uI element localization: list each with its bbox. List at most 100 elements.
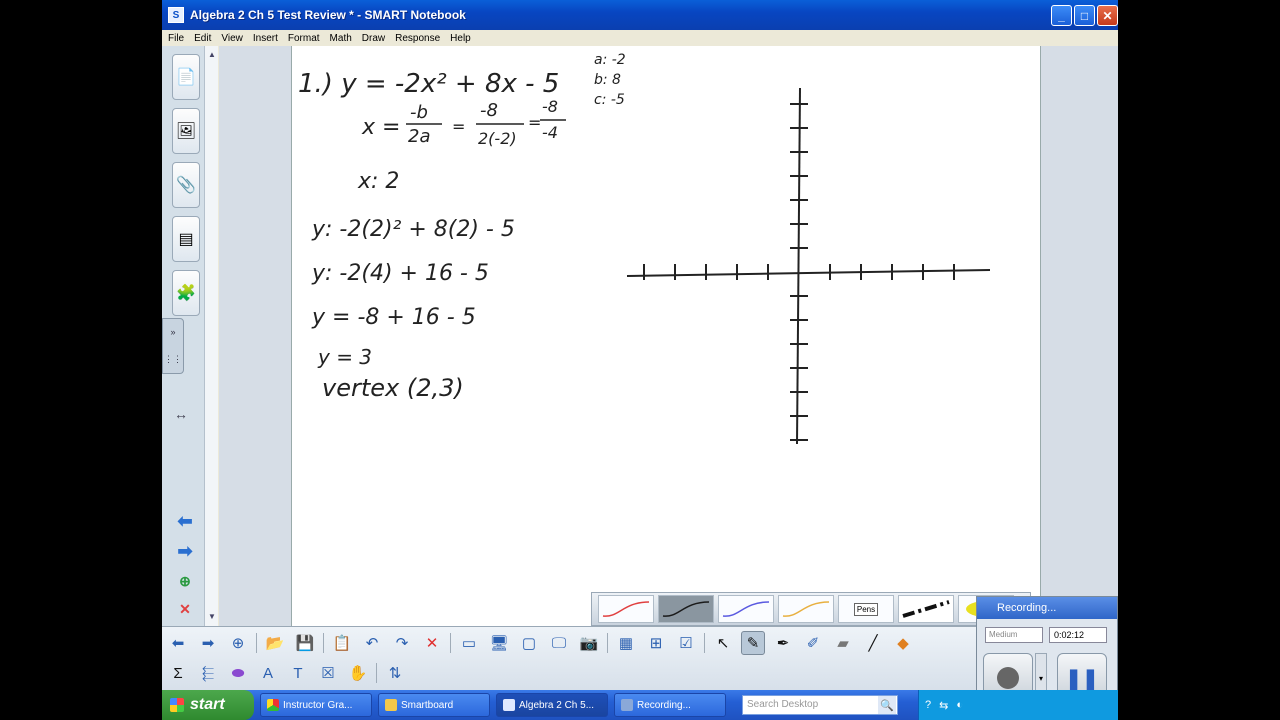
measure-icon[interactable]: ⬱ [196,661,220,685]
line-icon[interactable]: ╱ [861,631,885,655]
hand-icon[interactable]: ✋ [346,661,370,685]
document-camera-icon[interactable]: 📷 [577,631,601,655]
previous-page-icon[interactable]: ⬅ [172,510,198,532]
forward-icon[interactable]: ➡ [196,631,220,655]
taskbar-item-label: Smartboard [401,699,454,711]
display-icon[interactable]: 🖵 [547,631,571,655]
menu-draw[interactable]: Draw [362,33,385,44]
ink-step1: y: -2(2)² + 8(2) - 5 [311,217,515,242]
pen-swatch-blue[interactable] [718,595,774,623]
menu-format[interactable]: Format [288,33,320,44]
creative-pen-icon[interactable]: ✒ [771,631,795,655]
smart-notebook-icon: S [168,7,184,23]
taskbar-item-label: Instructor Gra... [283,699,353,711]
eraser-icon[interactable]: ▰ [831,631,855,655]
menu-edit[interactable]: Edit [194,33,211,44]
recording-elapsed: 0:02:12 [1049,627,1107,643]
recording-title[interactable]: Recording... [977,597,1117,619]
fill-icon[interactable]: T [286,661,310,685]
pens-button[interactable]: Pens [838,595,894,623]
network-icon[interactable]: ⇆ [939,699,948,712]
taskbar-item-label: Recording... [637,699,691,711]
menu-math[interactable]: Math [330,33,352,44]
search-input[interactable]: Search Desktop [742,695,898,715]
menu-help[interactable]: Help [450,33,471,44]
title-bar[interactable]: S Algebra 2 Ch 5 Test Review * - SMART N… [162,0,1118,30]
resize-icon[interactable]: ↔ [174,406,188,422]
ink-coef-c: c: -5 [594,92,625,108]
text-icon[interactable]: A [256,661,280,685]
shapes-icon[interactable]: ◆ [891,631,915,655]
menu-response[interactable]: Response [395,33,440,44]
back-icon[interactable]: ⬅ [166,631,190,655]
menu-insert[interactable]: Insert [253,33,278,44]
toolbar-separator [323,633,324,653]
eraser-icon[interactable]: ⬬ [226,661,250,685]
vertical-scrollbar[interactable]: ▲ ▼ [204,46,218,626]
page-sorter-icon[interactable]: 📄 [172,54,200,100]
add-page-icon[interactable]: ⊕ [172,570,198,592]
taskbar-item-recording[interactable]: Recording... [614,693,726,717]
select-icon[interactable]: ↖ [711,631,735,655]
whiteboard-page[interactable]: 1.) y = -2x² + 8x - 5 a: -2 b: 8 c: -5 x… [291,46,1041,626]
scroll-down-icon[interactable]: ▼ [206,610,218,622]
pen-swatch-yellow[interactable] [778,595,834,623]
pen-swatch-red[interactable] [598,595,654,623]
addons-icon[interactable]: 🧩 [172,270,200,316]
pens-label: Pens [853,602,879,616]
side-panel-collapse-button[interactable]: » ⋮⋮ [162,318,184,374]
collapse-icon: » [170,327,176,338]
taskbar-item-folder[interactable]: Smartboard [378,693,490,717]
smart-notebook-icon [503,699,515,711]
magic-pen-icon[interactable]: ✐ [801,631,825,655]
add-page-icon[interactable]: ⊕ [226,631,250,655]
menu-view[interactable]: View [221,33,243,44]
math-icon[interactable]: Σ [166,661,190,685]
undo-icon[interactable]: ↶ [360,631,384,655]
response-icon[interactable]: ☑ [674,631,698,655]
delete-page-icon[interactable]: ✕ [172,598,198,620]
pause-icon: ❚❚ [1065,667,1099,690]
next-page-icon[interactable]: ➡ [172,540,198,562]
toolbar-separator [450,633,451,653]
properties-icon[interactable]: ▤ [172,216,200,262]
attachments-icon[interactable]: 📎 [172,162,200,208]
scroll-up-icon[interactable]: ▲ [206,48,218,60]
taskbar-item-notebook[interactable]: Algebra 2 Ch 5... [496,693,608,717]
volume-icon[interactable]: ◐ [956,699,963,711]
canvas-area: 1.) y = -2x² + 8x - 5 a: -2 b: 8 c: -5 x… [219,46,1118,626]
redo-icon[interactable]: ↷ [390,631,414,655]
insert-icon[interactable]: ⊞ [644,631,668,655]
toolbar-separator [256,633,257,653]
full-screen-icon[interactable]: 🖥 [487,631,511,655]
save-icon[interactable]: 💾 [293,631,317,655]
taskbar-item-browser[interactable]: Instructor Gra... [260,693,372,717]
screen-shade-icon[interactable]: ▭ [457,631,481,655]
line-style-button[interactable] [898,595,954,623]
start-button[interactable]: start [162,690,254,720]
gallery-icon[interactable]: 🖼 [172,108,200,154]
minimize-button[interactable]: _ [1051,5,1072,26]
search-icon[interactable]: 🔍 [878,696,896,714]
ink-frac3-num: -8 [542,97,558,116]
maximize-button[interactable]: □ [1074,5,1095,26]
pen-swatch-black[interactable] [658,595,714,623]
ink-equals-1: = [452,117,465,136]
transparent-bg-icon[interactable]: ▢ [517,631,541,655]
coordinate-axes [626,87,991,445]
properties-icon[interactable]: ☒ [316,661,340,685]
open-icon[interactable]: 📂 [263,631,287,655]
ink-line1: 1.) y = -2x² + 8x - 5 [298,69,559,99]
ink-frac1-den: 2a [408,126,430,147]
paste-icon[interactable]: 📋 [330,631,354,655]
delete-icon[interactable]: ✕ [420,631,444,655]
help-icon[interactable]: ? [925,699,931,711]
recording-quality-select[interactable]: Medium [985,627,1043,643]
menu-file[interactable]: File [168,33,184,44]
move-toolbar-icon[interactable]: ⇅ [383,661,407,685]
screen: S Algebra 2 Ch 5 Test Review * - SMART N… [162,0,1118,720]
pen-icon[interactable]: ✎ [741,631,765,655]
close-button[interactable]: ✕ [1097,5,1118,26]
table-icon[interactable]: ▦ [614,631,638,655]
start-label: start [190,696,225,713]
